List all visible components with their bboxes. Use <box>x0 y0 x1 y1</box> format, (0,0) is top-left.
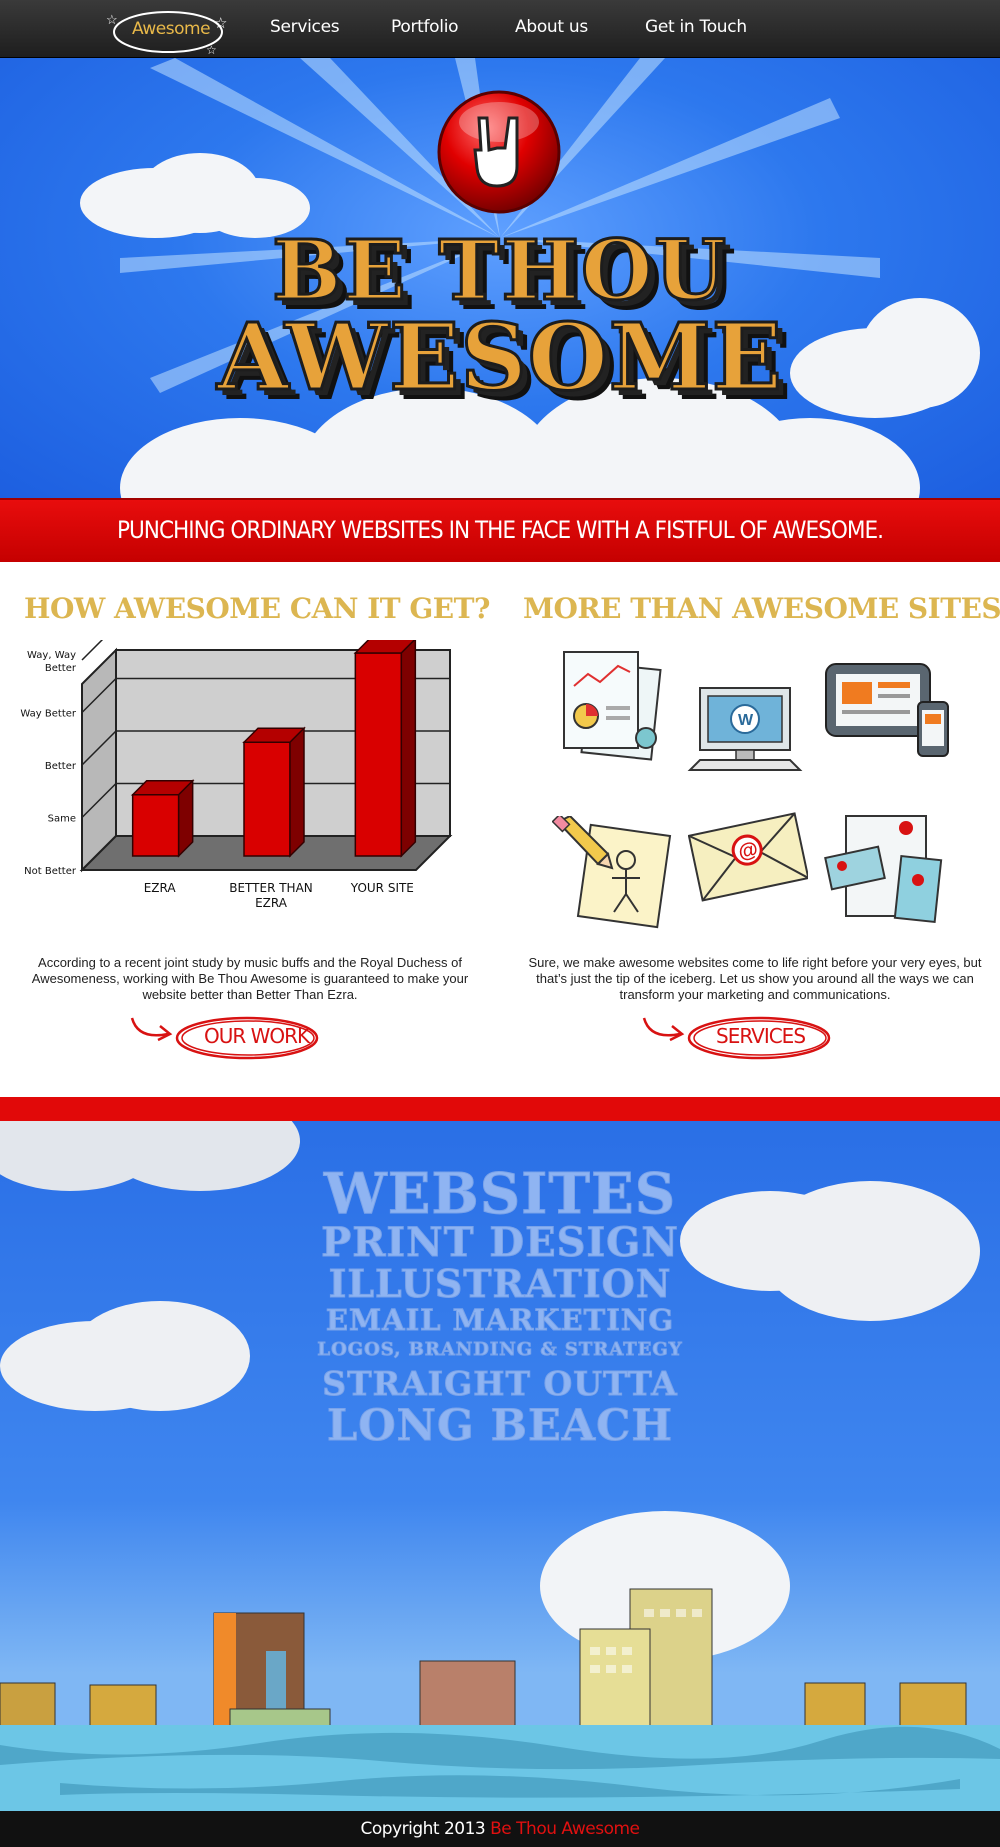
city-skyline-section: WEBSITES PRINT DESIGN ILLUSTRATION EMAIL… <box>0 1121 1000 1811</box>
tagline: Punching ordinary websites in the face w… <box>116 516 884 544</box>
nav-services[interactable]: Services <box>270 17 340 37</box>
chart-y-tick-label: Better <box>45 761 77 772</box>
stationery-icon <box>824 815 943 924</box>
chart-bar-side <box>400 640 417 858</box>
chart-description: According to a recent joint study by mus… <box>31 955 469 1002</box>
divider-stripe <box>0 1097 1000 1121</box>
hero-title-line2: AWESOME <box>216 302 784 413</box>
copyright-brand[interactable]: Be Thou Awesome <box>490 1819 640 1839</box>
chart-x-tick-label: BETTER THAN <box>229 881 313 895</box>
chart-x-tick-label: EZRA <box>144 881 177 895</box>
nav-portfolio[interactable]: Portfolio <box>391 17 459 37</box>
services-label: Services <box>716 1024 806 1048</box>
our-work-label: Our Work <box>204 1024 310 1048</box>
cloud <box>70 1301 250 1411</box>
service-websites: WEBSITES <box>323 1161 677 1228</box>
footer: Copyright 2013 Be Thou Awesome <box>0 1811 1000 1847</box>
chart-y-tick-label: Not Better <box>24 866 77 877</box>
chart-y-tick-label: Way, Way <box>27 650 76 661</box>
chart-section-title: HOW AWESOME CAN IT GET? <box>24 592 490 625</box>
logo-text: Awesome <box>131 19 211 39</box>
cloud <box>760 1181 980 1321</box>
service-print-design: PRINT DESIGN <box>321 1219 679 1267</box>
chart-y-tick-label: Same <box>48 814 76 825</box>
logo[interactable]: ☆ ☆ ☆ Awesome <box>106 4 236 56</box>
hero-banner: BE THOU AWESOME <box>0 58 1000 498</box>
wordpress-monitor-icon: W <box>687 687 803 771</box>
chart-bar <box>243 741 291 857</box>
devices-icon <box>825 663 949 757</box>
services-button[interactable]: Services <box>640 1012 840 1060</box>
chart-x-tick-label: YOUR SITE <box>350 881 414 895</box>
sketch-icon <box>552 816 672 929</box>
svg-text:W: W <box>738 712 754 729</box>
service-email-marketing: EMAIL MARKETING <box>325 1303 675 1338</box>
service-illustration: ILLUSTRATION <box>328 1261 672 1307</box>
copyright-prefix: Copyright 2013 <box>360 1819 491 1839</box>
service-straight-outta: STRAIGHT OUTTA <box>322 1364 678 1404</box>
our-work-button[interactable]: Our Work <box>128 1012 328 1060</box>
nav-get-in-touch[interactable]: Get in Touch <box>645 17 747 37</box>
copyright: Copyright 2013 Be Thou Awesome <box>0 1819 1000 1839</box>
report-icon <box>563 651 662 761</box>
tagline-band: Punching ordinary websites in the face w… <box>0 498 1000 562</box>
svg-text:☆: ☆ <box>206 43 217 56</box>
services-section-title: MORE THAN AWESOME SITES <box>523 592 1000 625</box>
water-illustration <box>0 1725 1000 1811</box>
rock-hand-icon <box>437 90 561 214</box>
awesomeness-bar-chart: Not Better Same Better Way Better Way, Way Be… <box>20 640 480 940</box>
chart-bar-side <box>289 726 305 858</box>
chart-bar <box>354 652 403 857</box>
service-icons-grid: W @ <box>540 640 980 940</box>
service-long-beach: LONG BEACH <box>326 1401 674 1452</box>
chart-y-tick-label: Better <box>45 663 77 674</box>
email-icon: @ <box>688 812 808 902</box>
chart-bar-side <box>177 778 194 858</box>
top-nav: ☆ ☆ ☆ Awesome Services Portfolio About u… <box>0 0 1000 58</box>
chart-x-tick-label: EZRA <box>255 896 288 910</box>
chart-bar <box>131 794 180 857</box>
nav-about-us[interactable]: About us <box>515 17 588 37</box>
service-logos-branding: LOGOS, BRANDING & STRATEGY <box>317 1339 683 1361</box>
services-description: Sure, we make awesome websites come to l… <box>528 955 982 1002</box>
chart-y-tick-label: Way Better <box>20 709 76 720</box>
